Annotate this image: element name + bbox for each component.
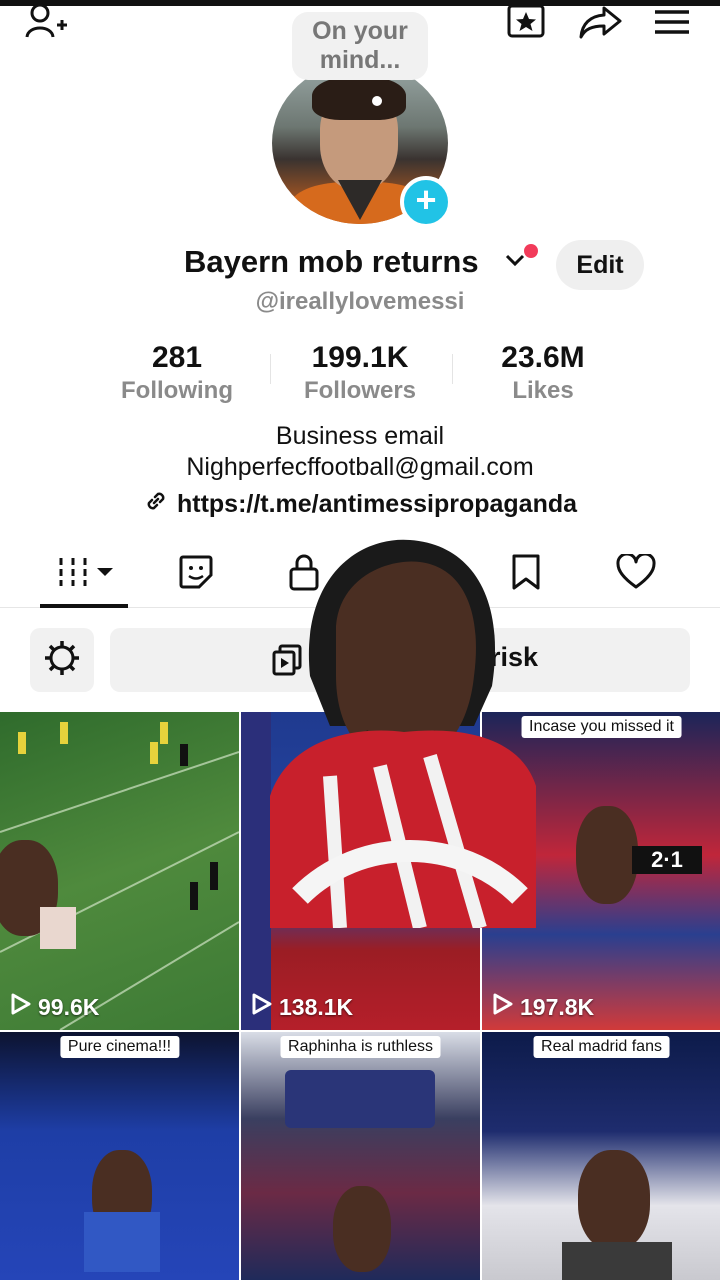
profile-handle: @ireallylovemessi	[255, 288, 465, 315]
chevron-down-icon[interactable]	[504, 252, 526, 273]
stat-label: Followers	[303, 377, 417, 404]
link-icon	[143, 488, 169, 521]
bio-line-2: Nighperfecffootball@gmail.com	[186, 453, 534, 481]
play-icon	[492, 992, 514, 1022]
video-caption: Incase you missed it	[521, 716, 682, 738]
video-thumbnail[interactable]: 99.6K	[0, 712, 239, 1030]
video-thumbnail[interactable]: Raphinha is ruthless	[241, 1032, 480, 1280]
play-icon	[10, 992, 32, 1022]
sticker-icon	[177, 553, 215, 596]
play-icon	[251, 992, 273, 1022]
edit-profile-button[interactable]: Edit	[556, 240, 644, 290]
active-tab-indicator	[40, 604, 128, 608]
share-icon[interactable]	[576, 2, 624, 42]
tab-liked[interactable]	[604, 552, 668, 596]
video-caption: Real madrid fans	[533, 1036, 670, 1058]
view-count-text: 99.6K	[38, 993, 100, 1020]
overlay-person-cutout	[270, 536, 536, 930]
notification-dot	[524, 244, 538, 258]
video-thumbnail[interactable]: Pure cinema!!!	[0, 1032, 239, 1280]
stat-value: 199.1K	[311, 341, 409, 374]
menu-icon[interactable]	[648, 2, 696, 42]
divider	[270, 354, 271, 384]
view-count: 99.6K	[10, 992, 99, 1022]
heart-icon	[616, 552, 656, 595]
bio-link[interactable]: https://t.me/antimessipropaganda	[0, 488, 720, 521]
videos-grid-icon	[55, 552, 117, 597]
stat-likes[interactable]: 23.6M Likes	[458, 340, 628, 406]
view-count: 138.1K	[251, 992, 353, 1022]
stat-label: Following	[121, 377, 233, 404]
stat-value: 281	[151, 341, 203, 374]
stat-followers[interactable]: 199.1K Followers	[275, 340, 445, 406]
settings-button[interactable]	[30, 628, 94, 692]
view-count-text: 138.1K	[279, 993, 354, 1020]
favorites-icon[interactable]	[502, 2, 550, 42]
tab-stickers[interactable]	[164, 552, 228, 596]
bio-line-1: Business email	[275, 422, 445, 450]
add-friend-icon[interactable]	[22, 2, 70, 42]
stat-value: 23.6M	[501, 341, 585, 374]
video-thumbnail[interactable]: Real madrid fans	[482, 1032, 720, 1280]
status-bubble[interactable]: On your mind...	[292, 12, 428, 80]
bubble-tail	[372, 96, 382, 106]
settings-gear-icon	[43, 639, 81, 682]
divider	[452, 354, 453, 384]
stat-following[interactable]: 281 Following	[92, 340, 262, 406]
profile-username[interactable]: Bayern mob returns	[184, 244, 479, 280]
plus-icon[interactable]: +	[400, 176, 452, 228]
view-count: 197.8K	[492, 992, 594, 1022]
bio-link-text[interactable]: https://t.me/antimessipropaganda	[177, 490, 577, 519]
video-caption: Raphinha is ruthless	[280, 1036, 441, 1058]
tab-videos[interactable]	[54, 552, 118, 596]
view-count-text: 197.8K	[520, 993, 595, 1020]
stat-label: Likes	[512, 377, 574, 404]
video-caption: Pure cinema!!!	[59, 1036, 180, 1058]
